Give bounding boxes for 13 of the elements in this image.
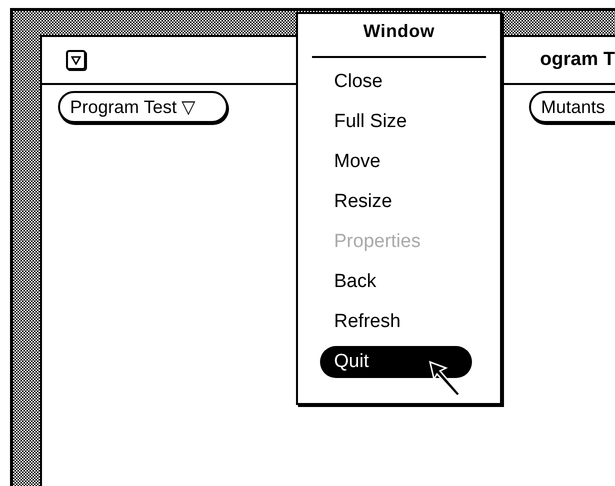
menu-button[interactable]: Mutants: [528, 91, 615, 123]
menu-item[interactable]: Back: [320, 266, 472, 298]
window-title: ogram T: [540, 48, 615, 72]
menu-item[interactable]: Move: [320, 146, 472, 178]
menu-item[interactable]: Refresh: [320, 306, 472, 338]
triangle-down-icon: [71, 56, 81, 64]
menu-title: Window: [312, 14, 486, 58]
window-menu-button[interactable]: [66, 50, 86, 70]
menu-item[interactable]: Full Size: [320, 106, 472, 138]
mouse-pointer-icon: [428, 360, 462, 398]
menu-item[interactable]: Close: [320, 66, 472, 98]
menu-item[interactable]: Resize: [320, 186, 472, 218]
menu-button[interactable]: Program Test ▽: [58, 91, 228, 123]
